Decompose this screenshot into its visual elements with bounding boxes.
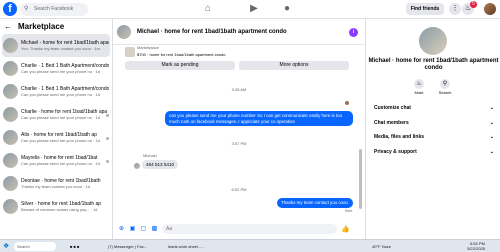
- taskbar-leads-sheet-window[interactable]: leads work sheet -...: [168, 242, 204, 251]
- listing-summary[interactable]: $700 · home for rent 1bad/1bath apartmen…: [137, 52, 226, 57]
- chevron-down-icon: ⌄: [489, 105, 494, 111]
- chat-scrollbar[interactable]: [359, 149, 362, 209]
- camera-icon[interactable]: ▣: [129, 226, 136, 233]
- listing-image[interactable]: [125, 47, 135, 57]
- facebook-logo[interactable]: f: [3, 2, 17, 16]
- search-icon: ⚲: [440, 79, 450, 89]
- sent-status: Sent: [345, 209, 353, 213]
- listing-thumbnail: [3, 130, 18, 145]
- chat-title[interactable]: Michael · home for rent 1bad/1bath apart…: [137, 29, 287, 35]
- sticker-icon[interactable]: ▢: [140, 226, 147, 233]
- privacy-support-row[interactable]: Privacy & support ⌄: [374, 149, 494, 155]
- taskbar-search[interactable]: Search: [14, 242, 56, 251]
- listing-thumbnail: [3, 153, 18, 168]
- customize-chat-row[interactable]: Customize chat ⌄: [374, 105, 494, 111]
- search-facebook-input[interactable]: ⚲ Search Facebook: [20, 3, 88, 16]
- listing-thumbnail: [3, 84, 18, 99]
- system-clock[interactable]: 6:52 PM 5/22/2025: [455, 241, 485, 251]
- conversation-item[interactable]: Deontae · home for rent 1bad/1bath Thanks…: [0, 172, 112, 195]
- chat-header: Michael · home for rent 1bad/1bath apart…: [113, 19, 365, 45]
- listing-thumbnail: [3, 107, 18, 122]
- timestamp: 6:52 PM: [231, 187, 247, 192]
- weather-widget[interactable]: 40°F Haze: [372, 242, 391, 251]
- thumbs-up-icon[interactable]: 👍: [341, 225, 350, 233]
- marketplace-title: Marketplace: [18, 22, 65, 31]
- timestamp: 9:35 AM: [231, 87, 247, 92]
- profile-avatar[interactable]: [484, 3, 496, 15]
- outgoing-message: can you please send me your phone number…: [165, 111, 353, 126]
- taskbar-app-icons[interactable]: ■ ■ ■: [70, 242, 79, 251]
- conversation-item[interactable]: Atis · home for rent 1bad/1bath ap Can yo…: [0, 126, 112, 149]
- mark-as-pending-button[interactable]: Mark as pending: [125, 61, 235, 70]
- chat-panel: Michael · home for rent 1bad/1bath apart…: [113, 19, 365, 239]
- timestamp: 3:57 PM: [231, 141, 247, 146]
- read-indicator: [106, 160, 109, 163]
- groups-icon[interactable]: ●: [281, 3, 293, 15]
- message-composer: ⊕ ▣ ▢ ▩ 👍: [113, 219, 365, 239]
- incoming-message: 484 513 5410: [142, 160, 179, 169]
- chevron-down-icon: ⌄: [489, 149, 494, 155]
- message-input[interactable]: [162, 224, 337, 234]
- conversation-item[interactable]: Charlie · home for rent 1bad/1bath apa Ca…: [0, 103, 112, 126]
- chat-listing-thumbnail[interactable]: [117, 24, 131, 39]
- listing-thumbnail: [3, 176, 18, 191]
- notification-count-badge: 5: [470, 1, 477, 8]
- gif-icon[interactable]: ▩: [151, 226, 158, 233]
- search-icon: ⚲: [24, 6, 29, 12]
- conversation-item[interactable]: Mayrelis · home for rent 1bad/1bat Can yo…: [0, 149, 112, 172]
- media-files-links-row[interactable]: Media, files and links ⌄: [374, 134, 494, 140]
- taskbar-messenger-window[interactable]: (7) Messenger | Fac...: [108, 242, 147, 251]
- more-options-button[interactable]: More options: [239, 61, 349, 70]
- back-arrow-icon[interactable]: ←: [4, 22, 12, 31]
- windows-taskbar: ❖ Search ■ ■ ■ (7) Messenger | Fac... le…: [0, 239, 500, 252]
- find-friends-button[interactable]: Find friends: [406, 3, 444, 15]
- marketplace-header: ← Marketplace: [0, 19, 112, 34]
- outgoing-message: Thanks my team contact you cooo: [277, 198, 353, 208]
- seen-avatar: [345, 101, 349, 105]
- conversation-info-icon[interactable]: i: [349, 28, 358, 37]
- read-indicator: [106, 137, 109, 140]
- home-icon[interactable]: ⌂: [202, 3, 214, 15]
- listing-thumbnail: [3, 61, 18, 76]
- conversation-item[interactable]: Charlie · 1 Bed 1 Bath Apartment/condo Ca…: [0, 57, 112, 80]
- conversation-details-panel: Michael · home for rent 1bad/1bath apart…: [365, 19, 500, 239]
- details-title: Michael · home for rent 1bad/1bath apart…: [368, 58, 499, 71]
- chevron-down-icon: ⌄: [489, 134, 494, 140]
- marketplace-label: Marketplace: [137, 45, 159, 50]
- conversation-item[interactable]: Silver · home for rent 1bad/1bath ap Bewa…: [0, 195, 112, 218]
- top-navigation-bar: f ⚲ Search Facebook ⌂ ▶ ● Find friends ⋮…: [0, 0, 500, 19]
- menu-grid-icon[interactable]: ⋮: [449, 3, 461, 15]
- windows-start-icon[interactable]: ❖: [3, 243, 10, 250]
- marketplace-conversation-list: ← Marketplace Michael - home for rent 1b…: [0, 19, 113, 239]
- bell-icon: ♨: [414, 79, 424, 89]
- video-icon[interactable]: ▶: [248, 3, 260, 15]
- search-in-conversation-button[interactable]: ⚲ Search: [438, 79, 452, 95]
- conversation-item[interactable]: Charlie · 1 Bed 1 Bath Apartment/condo Ca…: [0, 80, 112, 103]
- listing-avatar: [419, 27, 447, 55]
- sender-avatar: [134, 163, 140, 169]
- listing-thumbnail: [3, 38, 18, 53]
- chevron-down-icon: ⌄: [489, 120, 494, 126]
- read-indicator: [106, 114, 109, 117]
- plus-icon[interactable]: ⊕: [118, 226, 125, 233]
- mute-button[interactable]: ♨ Mute: [412, 79, 426, 95]
- chat-members-row[interactable]: Chat members ⌄: [374, 120, 494, 126]
- message-sender-name: Michael: [143, 153, 157, 158]
- listing-thumbnail: [3, 199, 18, 214]
- conversation-item[interactable]: Michael - home for rent 1bad/1bath apart…: [2, 34, 110, 57]
